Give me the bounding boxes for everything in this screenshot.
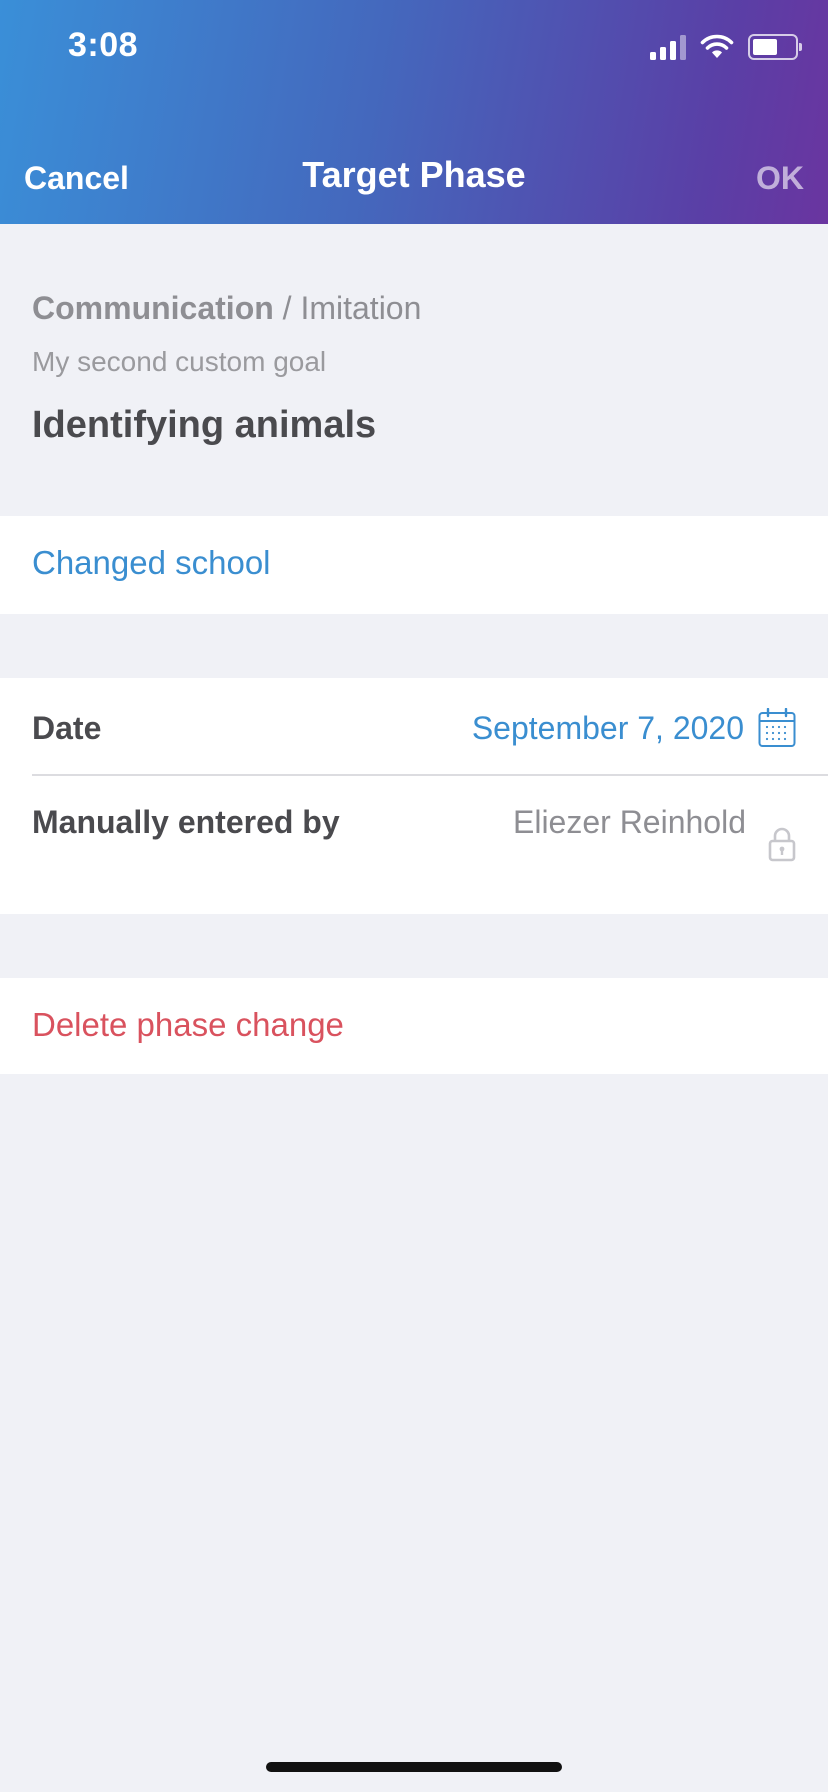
header-bar: 3:08 Cancel Target Phase OK bbox=[0, 0, 828, 224]
delete-cell[interactable]: Delete phase change bbox=[0, 978, 828, 1074]
goal-name: My second custom goal bbox=[32, 346, 327, 377]
status-time: 3:08 bbox=[68, 26, 139, 64]
breadcrumb-domain: Communication bbox=[32, 290, 274, 326]
home-indicator bbox=[266, 1762, 562, 1772]
target-name: Identifying animals bbox=[32, 404, 377, 446]
row-divider bbox=[32, 774, 828, 776]
ok-button[interactable]: OK bbox=[756, 160, 804, 197]
calendar-icon[interactable] bbox=[758, 708, 796, 748]
signal-icon bbox=[650, 34, 686, 60]
date-value[interactable]: September 7, 2020 bbox=[472, 706, 744, 750]
breadcrumb-separator: / bbox=[273, 290, 301, 326]
status-icons bbox=[650, 34, 802, 60]
reason-text: Changed school bbox=[32, 544, 271, 581]
breadcrumb: Communication / Imitation bbox=[32, 290, 421, 327]
details-group: Date September 7, 2020 Manually entered … bbox=[0, 678, 828, 914]
battery-icon bbox=[748, 34, 802, 60]
reason-cell[interactable]: Changed school bbox=[0, 516, 828, 614]
date-label: Date bbox=[32, 710, 102, 746]
manual-entry-label: Manually entered by bbox=[32, 804, 340, 840]
wifi-icon bbox=[700, 34, 734, 58]
lock-icon bbox=[768, 827, 796, 862]
breadcrumb-subdomain: Imitation bbox=[300, 290, 422, 326]
page-title: Target Phase bbox=[302, 154, 526, 195]
manual-entry-value: Eliezer Reinhold bbox=[512, 804, 746, 840]
delete-phase-change-button[interactable]: Delete phase change bbox=[32, 1006, 344, 1044]
